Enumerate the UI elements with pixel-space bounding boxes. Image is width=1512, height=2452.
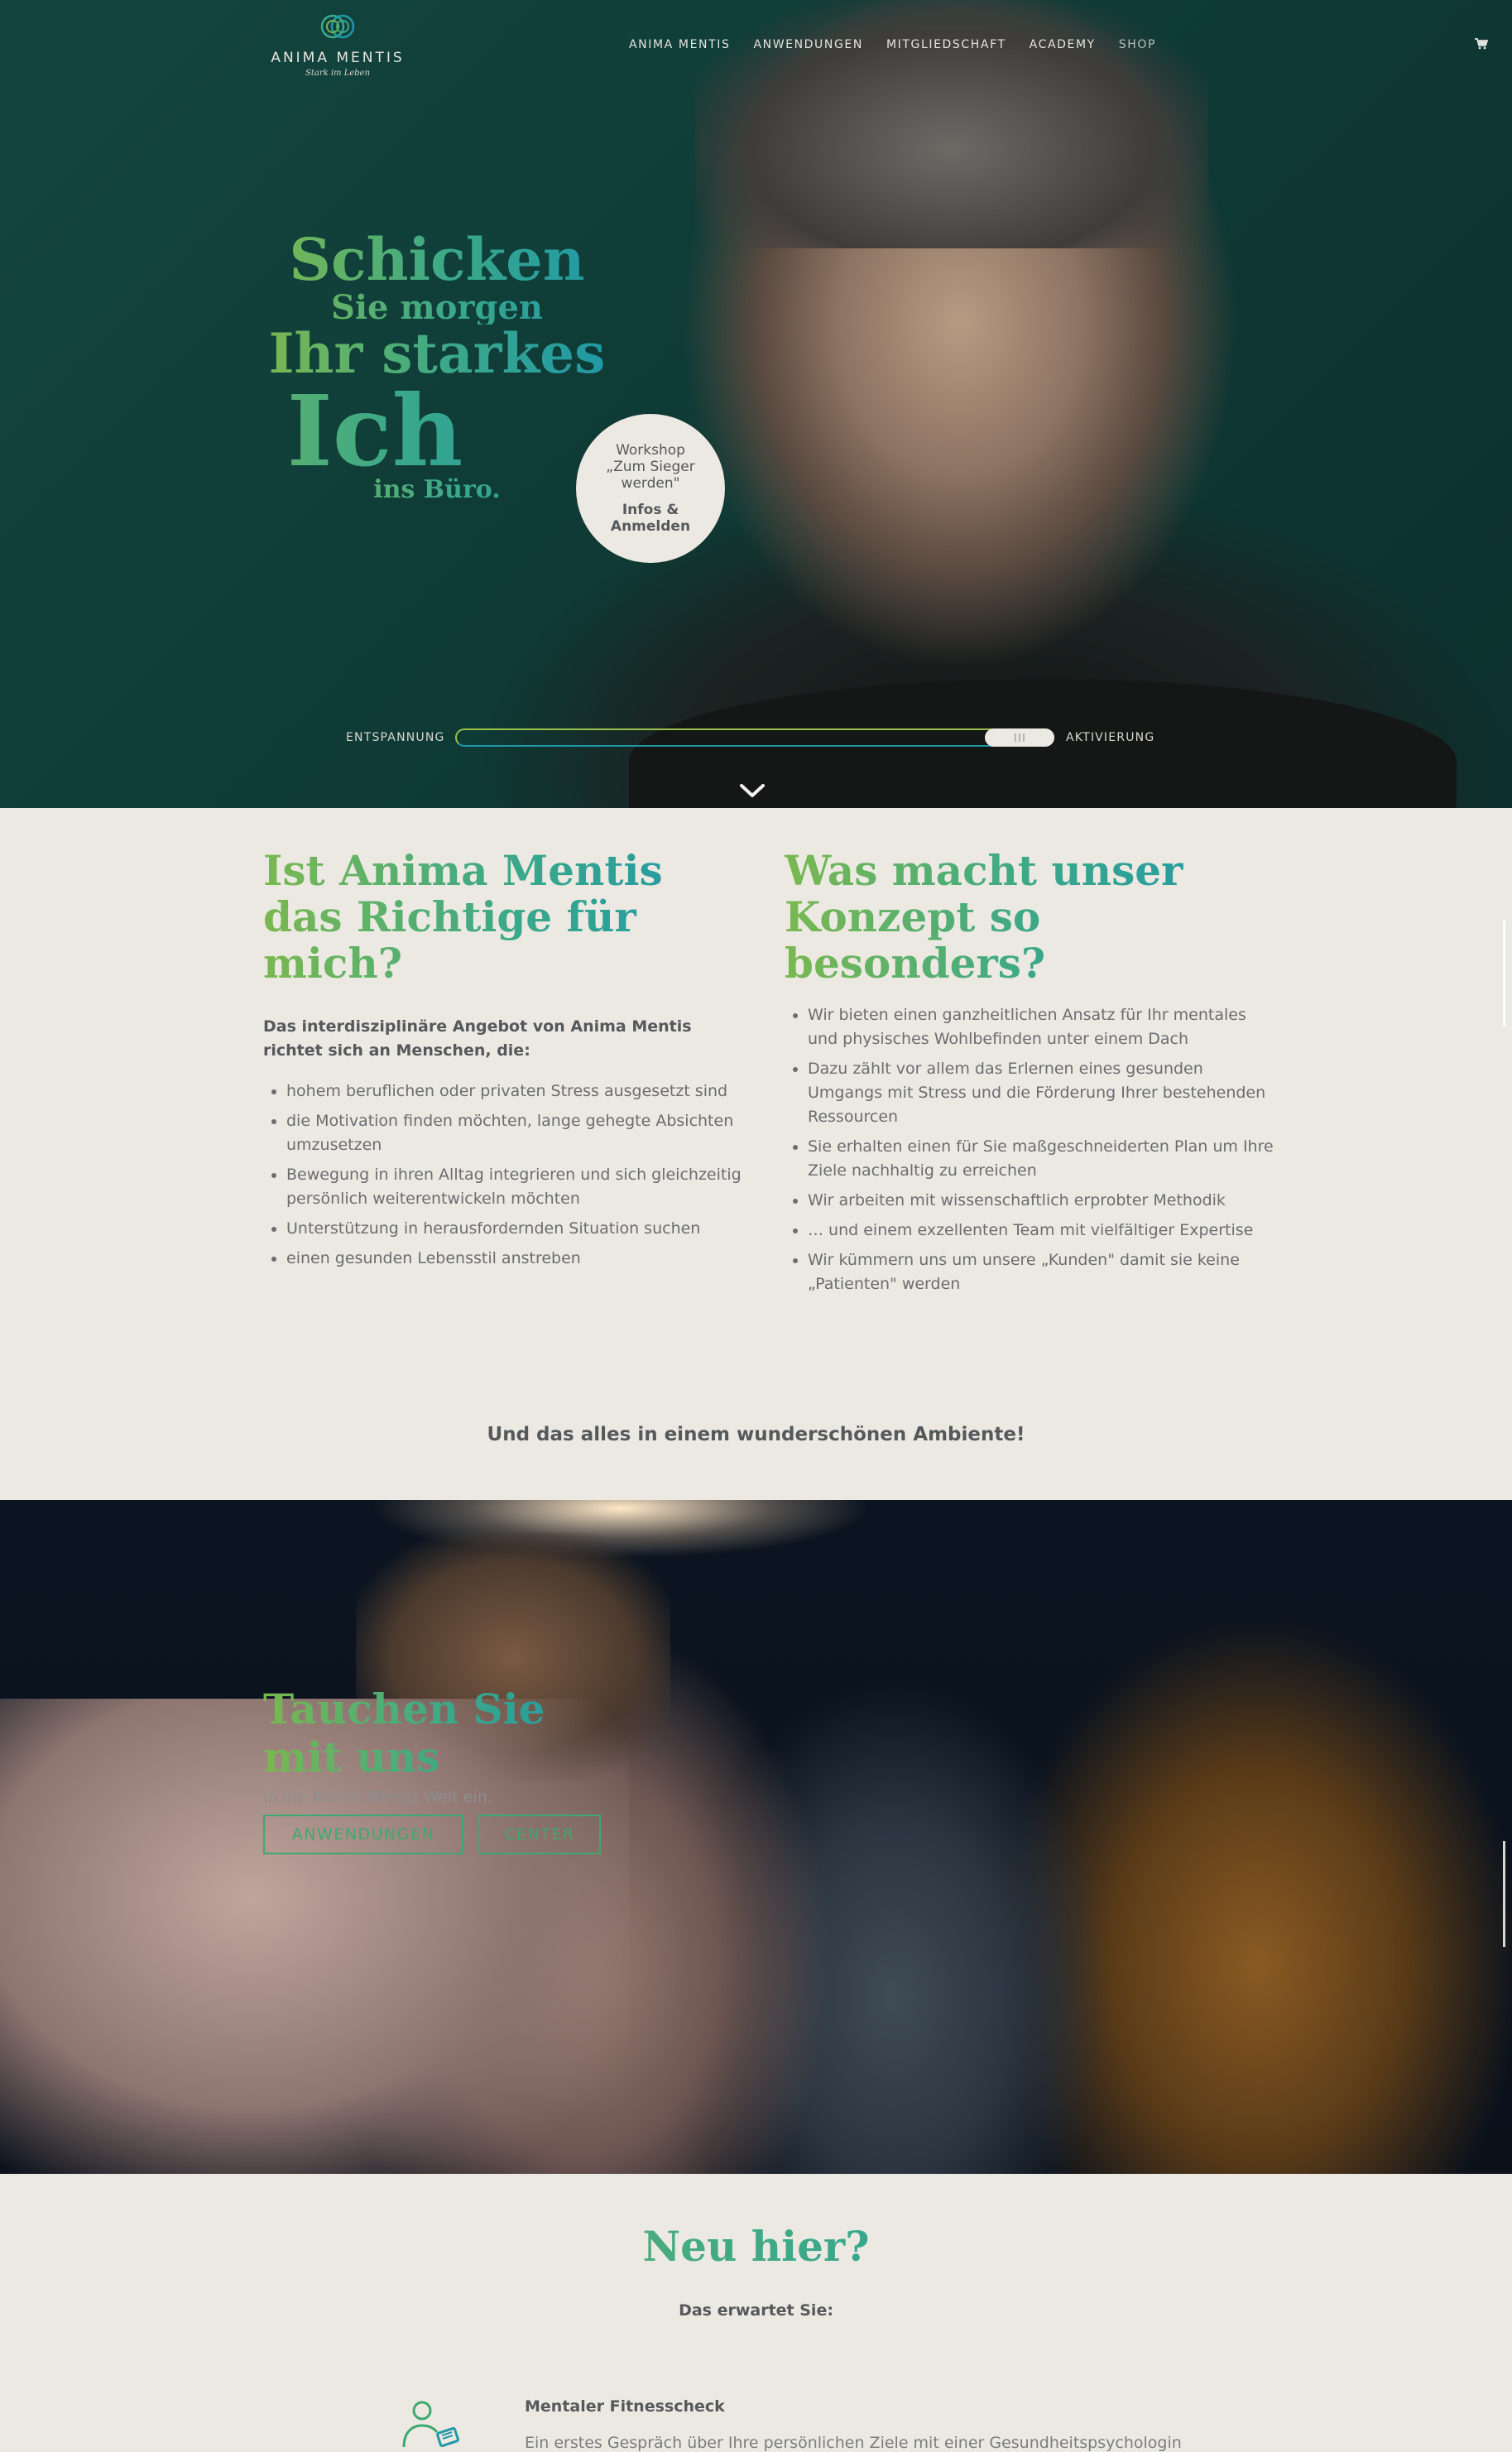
list-item: … und einem exzellenten Team mit vielfäl… xyxy=(808,1219,1279,1243)
list-item: Wir kümmern uns um unsere „Kunden" damit… xyxy=(808,1248,1279,1296)
main-nav: ANIMA MENTIS ANWENDUNGEN MITGLIEDSCHAFT … xyxy=(629,38,1156,51)
about-col1-title: Ist Anima Mentis das Richtige für mich? xyxy=(263,848,727,987)
cart-icon[interactable] xyxy=(1475,38,1488,50)
hero-line-ich: Ich xyxy=(139,382,611,480)
nav-anima-mentis[interactable]: ANIMA MENTIS xyxy=(629,38,730,51)
new-here-subtitle: Das erwartet Sie: xyxy=(679,2301,833,2320)
about-col2-title: Was macht unser Konzept so besonders? xyxy=(785,848,1248,987)
dive-subtitle: in die Anima Mentis Welt ein. xyxy=(263,1788,492,1806)
person-clipboard-icon xyxy=(402,2401,459,2447)
about-section: Ist Anima Mentis das Richtige für mich? … xyxy=(0,808,1512,1500)
side-scroll-indicator[interactable] xyxy=(1503,921,1505,1026)
hero-line-schicken: Schicken xyxy=(263,228,611,291)
fitnesscheck-title: Mentaler Fitnesscheck xyxy=(525,2397,725,2416)
mood-slider-track[interactable] xyxy=(455,728,1054,747)
list-item: hohem beruflichen oder privaten Stress a… xyxy=(286,1079,750,1103)
fitnesscheck-description: Ein erstes Gespräch über Ihre persönlich… xyxy=(525,2434,1182,2452)
nav-anwendungen[interactable]: ANWENDUNGEN xyxy=(753,38,862,51)
logo-tagline: Stark im Leben xyxy=(305,69,371,78)
list-item: die Motivation finden möchten, lange geh… xyxy=(286,1109,750,1157)
list-item: einen gesunden Lebensstil anstreben xyxy=(286,1247,750,1271)
workshop-badge-link[interactable]: Infos & Anmelden xyxy=(597,502,704,535)
list-item: Unterstützung in herausfordernden Situat… xyxy=(286,1217,750,1241)
list-item: Wir arbeiten mit wissenschaftlich erprob… xyxy=(808,1189,1279,1213)
list-item: Sie erhalten einen für Sie maßgeschneide… xyxy=(808,1135,1279,1183)
new-here-title: Neu hier? xyxy=(0,2222,1512,2272)
slider-label-left: ENTSPANNUNG xyxy=(346,731,445,744)
anwendungen-button[interactable]: ANWENDUNGEN xyxy=(263,1815,463,1854)
mood-slider-handle[interactable] xyxy=(985,728,1054,747)
hero-line-sie-morgen: Sie morgen xyxy=(263,291,611,325)
workshop-badge-title: Workshop „Zum Sieger werden" xyxy=(606,442,695,492)
about-col2-list: Wir bieten einen ganzheitlichen Ansatz f… xyxy=(785,1003,1279,1302)
side-scroll-indicator[interactable] xyxy=(1503,1841,1505,1947)
logo-mark-icon xyxy=(320,14,355,39)
slider-label-right: AKTIVIERUNG xyxy=(1066,731,1155,744)
chevron-down-icon[interactable] xyxy=(738,781,766,800)
logo[interactable]: ANIMA MENTIS Stark im Leben xyxy=(263,8,412,78)
list-item: Dazu zählt vor allem das Erlernen eines … xyxy=(808,1057,1279,1129)
dive-title: Tauchen Sie mit uns xyxy=(263,1685,611,1781)
logo-name: ANIMA MENTIS xyxy=(271,50,405,66)
about-col1-list: hohem beruflichen oder privaten Stress a… xyxy=(263,1079,750,1276)
hero-photo-hair xyxy=(695,0,1208,248)
dive-in-section xyxy=(0,1500,1512,2174)
nav-mitgliedschaft[interactable]: MITGLIEDSCHAFT xyxy=(886,38,1006,51)
hero-headline: Schicken Sie morgen Ihr starkes Ich ins … xyxy=(263,228,611,505)
list-item: Wir bieten einen ganzheitlichen Ansatz f… xyxy=(808,1003,1279,1051)
center-button[interactable]: CENTER xyxy=(478,1815,601,1854)
nav-academy[interactable]: ACADEMY xyxy=(1030,38,1096,51)
workshop-badge[interactable]: Workshop „Zum Sieger werden" Infos & Anm… xyxy=(576,414,725,563)
nav-shop[interactable]: SHOP xyxy=(1119,38,1156,51)
about-closing: Und das alles in einem wunderschönen Amb… xyxy=(487,1424,1025,1445)
about-col1-intro: Das interdisziplinäre Angebot von Anima … xyxy=(263,1017,692,1060)
list-item: Bewegung in ihren Alltag integrieren und… xyxy=(286,1163,750,1211)
